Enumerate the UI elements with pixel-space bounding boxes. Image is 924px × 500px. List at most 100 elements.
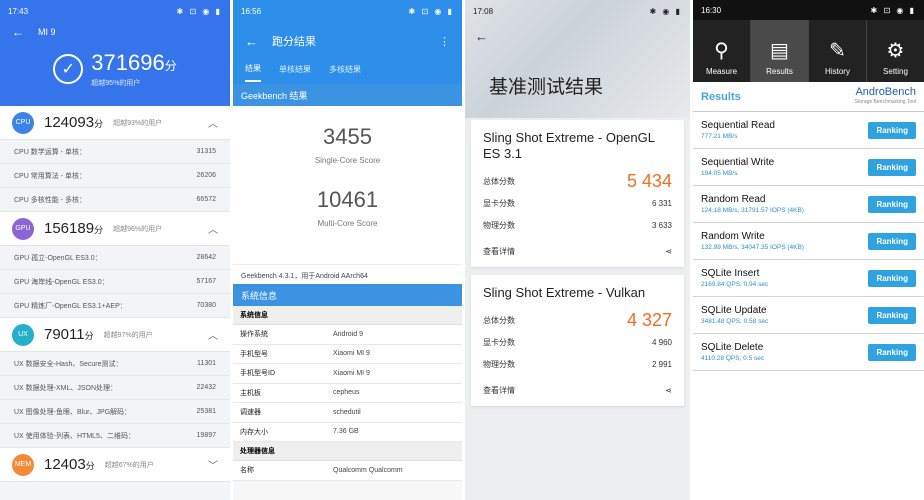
tab-history[interactable]: ✎ History (809, 20, 867, 82)
result-row: Sequential Read 777.21 MB/s Ranking (693, 112, 924, 149)
back-arrow-icon[interactable]: ← (12, 25, 24, 39)
antutu-panel: 17:43 ✱ ⊡ ◉ ▮ ← MI 9 ✓ 371696分 超越95%的用户 … (0, 0, 233, 500)
screenshot-collage: 17:43 ✱ ⊡ ◉ ▮ ← MI 9 ✓ 371696分 超越95%的用户 … (0, 0, 924, 500)
info-value: cepheus (333, 389, 360, 397)
sub-score-label: GPU 孤立-OpenGL ES3.0： (14, 254, 102, 262)
category-score: 156189分 (44, 220, 104, 237)
sub-score-value: 4 960 (651, 337, 672, 347)
sub-score-label: CPU 常用算法 - 单核： (14, 172, 86, 180)
chevron-up-icon[interactable]: ︿ (208, 221, 218, 236)
antutu-header: 17:43 ✱ ⊡ ◉ ▮ ← MI 9 ✓ 371696分 超越95%的用户 (0, 0, 230, 106)
category-rank: 超越67%的用户 (104, 461, 154, 469)
category-row-gpu[interactable]: GPU 156189分 超越96%的用户 ︿ (0, 212, 230, 246)
info-value: 7.36 GB (333, 428, 359, 436)
test-result: 2169.84 QPS, 0.94 sec (701, 281, 769, 288)
details-link[interactable]: 查看详情 (483, 385, 515, 396)
status-icons: ✱ ◉ ▮ (649, 6, 682, 16)
sub-score-label: GPU 精炼厂-OpenGL ES3.1+AEP： (14, 302, 127, 310)
toolbar: ⚲ Measure ▤ Results ✎ History ⚙ Setting (693, 20, 924, 82)
results-title: Results (701, 90, 741, 103)
ranking-button[interactable]: Ranking (868, 195, 916, 213)
share-icon[interactable]: ⋖ (665, 386, 672, 395)
info-key: 手机型号ID (240, 370, 275, 378)
category-row-mem[interactable]: MEM 12403分 超越67%的用户 ﹀ (0, 448, 230, 482)
sub-score-row: 物理分数 3 633 (483, 214, 672, 236)
total-row: 总体分数 5 434 (483, 170, 672, 192)
category-score: 79011分 (44, 326, 94, 343)
sub-score-value: 3 633 (651, 220, 672, 230)
info-value: Qualcomm Qualcomm (333, 466, 403, 474)
androbench-panel: 16:30 ✱ ⊡ ◉ ▮ ⚲ Measure ▤ Results ✎ History… (693, 0, 924, 500)
tab-results[interactable]: ▤ Results (751, 20, 809, 82)
category-row-cpu[interactable]: CPU 124093分 超越93%的用户 ︿ (0, 106, 230, 140)
ranking-button[interactable]: Ranking (868, 121, 916, 139)
tab-measure[interactable]: ⚲ Measure (693, 20, 751, 82)
details-link[interactable]: 查看详情 (483, 246, 515, 257)
sub-score-value: 6 331 (651, 198, 672, 208)
device-title: MI 9 (38, 27, 56, 37)
test-result: 777.21 MB/s (701, 133, 738, 140)
info-row: 名称 Qualcomm Qualcomm (233, 461, 462, 481)
sub-score-value: 28642 (196, 254, 216, 261)
status-time: 17:43 (8, 6, 29, 16)
ux-badge: UX (12, 323, 34, 346)
status-bar: 16:30 ✱ ⊡ ◉ ▮ (693, 0, 924, 20)
sysinfo-subheader: 系统信息 (233, 306, 462, 325)
sub-score-value: 66572 (196, 196, 216, 203)
ranking-button[interactable]: Ranking (868, 343, 916, 361)
info-key: 调速器 (240, 409, 261, 417)
chevron-down-icon[interactable]: ﹀ (208, 457, 218, 472)
tab-single-core[interactable]: 单核结果 (279, 64, 311, 81)
info-key: 主机板 (240, 389, 261, 397)
tab-multi-core[interactable]: 多核结果 (329, 64, 361, 81)
test-result: 132.99 MB/s, 34047.35 IOPS (4KB) (701, 244, 804, 251)
sub-score-value: 2 991 (651, 359, 672, 369)
multi-core-score: 10461 (316, 187, 379, 212)
sub-score-value: 26206 (196, 172, 216, 179)
category-row-ux[interactable]: UX 79011分 超越97%的用户 ︿ (0, 318, 230, 352)
sysinfo-header: 系统信息 (233, 284, 462, 306)
test-title: Sling Shot Extreme - Vulkan (483, 285, 646, 300)
sub-score-row: UX 使用体验-列表、HTML5、二维码： 19897 (0, 424, 230, 448)
ranking-button[interactable]: Ranking (868, 158, 916, 176)
share-icon[interactable]: ⋖ (665, 247, 672, 256)
overflow-menu-icon[interactable]: ⋮ (439, 35, 450, 48)
sub-score-row: UX 图像处理-鱼眼、Blur、JPG解码： 25381 (0, 400, 230, 424)
sub-score-label: CPU 数学运算 - 单核： (14, 148, 86, 156)
androbench-logo: AndroBench Storage Benchmarking Tool (854, 85, 916, 105)
total-label: 总体分数 (483, 176, 515, 186)
ranking-button[interactable]: Ranking (868, 232, 916, 250)
info-key: 名称 (240, 467, 254, 475)
sub-score-label: UX 图像处理-鱼眼、Blur、JPG解码： (14, 408, 132, 416)
magnifier-icon: ⚲ (714, 40, 729, 62)
sub-score-value: 11301 (197, 360, 216, 367)
result-card: Sling Shot Extreme - Vulkan 总体分数 4 327 显卡分数… (471, 275, 684, 406)
result-row: SQLite Update 3481.48 QPS, 0.58 sec Rankin… (693, 297, 924, 334)
category-rank: 超越93%的用户 (113, 119, 163, 127)
test-result: 124.18 MB/s, 31791.57 IOPS (4KB) (701, 207, 804, 214)
info-row: 手机型号ID Xiaomi MI 9 (233, 364, 462, 384)
result-row: SQLite Insert 2169.84 QPS, 0.94 sec Rankin… (693, 260, 924, 297)
sub-score-label: 物理分数 (483, 220, 515, 230)
tab-setting[interactable]: ⚙ Setting (867, 20, 924, 82)
info-row: 内存大小 7.36 GB (233, 422, 462, 442)
total-score: 371696分 (91, 50, 177, 75)
status-icons: ✱ ⊡ ◉ ▮ (176, 6, 222, 16)
page-title: 基准测试结果 (489, 77, 604, 98)
chevron-up-icon[interactable]: ︿ (208, 115, 218, 130)
sub-score-row: CPU 多核性能 - 多核： 66572 (0, 188, 230, 212)
sub-score-label: CPU 多核性能 - 多核： (14, 196, 86, 204)
sub-score-label: 显卡分数 (483, 337, 515, 347)
single-core-score: 3455 (323, 124, 372, 149)
sub-score-row: UX 数据处理-XML、JSON处理： 22432 (0, 376, 230, 400)
total-row: 总体分数 4 327 (483, 309, 672, 331)
score-card: 3455 Single-Core Score 10461 Multi-Core … (233, 106, 462, 264)
sub-score-value: 31315 (196, 148, 216, 155)
ranking-button[interactable]: Ranking (868, 269, 916, 287)
tab-results[interactable]: 结果 (245, 63, 261, 82)
test-name: Sequential Write (701, 157, 775, 168)
chevron-up-icon[interactable]: ︿ (208, 327, 218, 342)
back-arrow-icon[interactable]: ← (475, 29, 488, 44)
ranking-button[interactable]: Ranking (868, 306, 916, 324)
back-arrow-icon[interactable]: ← (245, 34, 258, 49)
